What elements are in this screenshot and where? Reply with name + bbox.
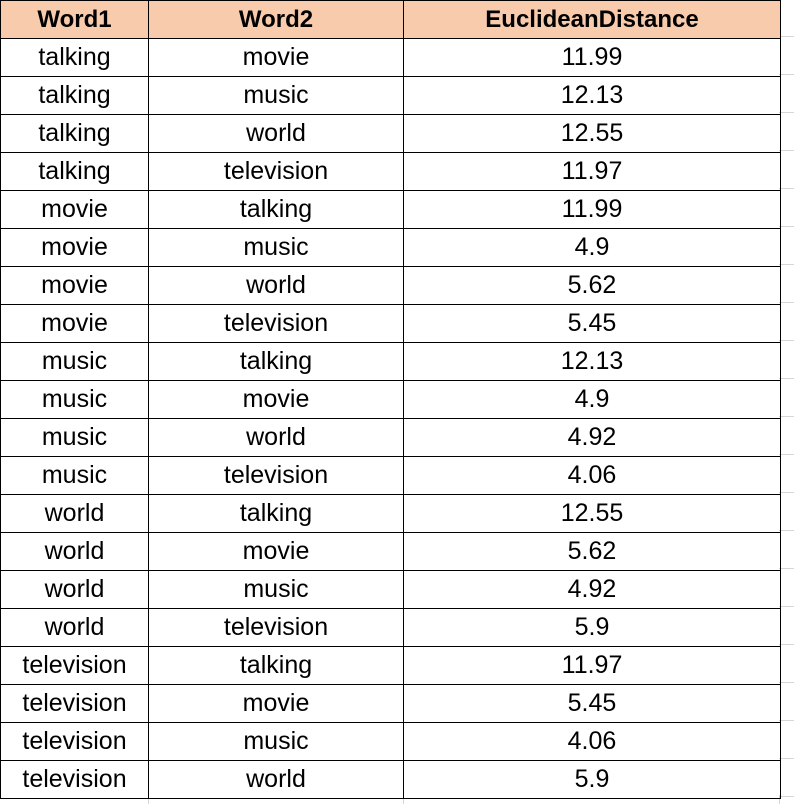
header-cell-euclidean-distance[interactable]: EuclideanDistance [403,0,781,39]
cell-euclidean-distance[interactable]: 12.13 [403,342,781,381]
cell-euclidean-distance[interactable]: 5.45 [403,684,781,723]
cell-euclidean-distance[interactable]: 4.9 [403,228,781,267]
cell-euclidean-distance[interactable]: 5.62 [403,266,781,305]
cell-word2[interactable]: talking [148,646,404,685]
cell-word2[interactable]: television [148,152,404,191]
cell-word1[interactable]: world [0,608,149,647]
cell-euclidean-distance[interactable]: 4.06 [403,456,781,495]
cell-word2[interactable]: music [148,570,404,609]
cell-word2[interactable]: world [148,266,404,305]
cell-euclidean-distance[interactable]: 12.13 [403,76,781,115]
cell-word2[interactable]: movie [148,380,404,419]
table-row: television world 5.9 [0,760,781,799]
table-row: television movie 5.45 [0,684,781,723]
cell-euclidean-distance[interactable]: 11.99 [403,190,781,229]
cell-euclidean-distance[interactable]: 4.92 [403,570,781,609]
cell-euclidean-distance[interactable]: 12.55 [403,114,781,153]
cell-word2[interactable]: world [148,760,404,799]
table-row: television music 4.06 [0,722,781,761]
cell-euclidean-distance[interactable]: 4.9 [403,380,781,419]
cell-word1[interactable]: talking [0,152,149,191]
cell-word2[interactable]: television [148,608,404,647]
table-row: world music 4.92 [0,570,781,609]
table-row: movie talking 11.99 [0,190,781,229]
cell-word1[interactable]: television [0,684,149,723]
table-row: movie television 5.45 [0,304,781,343]
cell-euclidean-distance[interactable]: 11.99 [403,38,781,77]
cell-word1[interactable]: music [0,380,149,419]
table-row: talking television 11.97 [0,152,781,191]
cell-word1[interactable]: movie [0,304,149,343]
table-body: talking movie 11.99 talking music 12.13 talkin… [0,38,781,799]
cell-word2[interactable]: talking [148,190,404,229]
table-row: movie world 5.62 [0,266,781,305]
table-row: music movie 4.9 [0,380,781,419]
cell-word1[interactable]: movie [0,190,149,229]
spreadsheet-grid: Word1 Word2 EuclideanDistance talking mov… [0,0,794,804]
cell-euclidean-distance[interactable]: 4.92 [403,418,781,457]
cell-word1[interactable]: television [0,722,149,761]
cell-word2[interactable]: music [148,722,404,761]
cell-word1[interactable]: television [0,760,149,799]
cell-word1[interactable]: music [0,456,149,495]
cell-euclidean-distance[interactable]: 12.55 [403,494,781,533]
table-row: music world 4.92 [0,418,781,457]
cell-word1[interactable]: world [0,570,149,609]
cell-word2[interactable]: talking [148,342,404,381]
table-row: talking world 12.55 [0,114,781,153]
cell-word1[interactable]: movie [0,266,149,305]
cell-euclidean-distance[interactable]: 5.45 [403,304,781,343]
cell-word2[interactable]: world [148,114,404,153]
table-row: music television 4.06 [0,456,781,495]
table-row: television talking 11.97 [0,646,781,685]
word-distance-table: Word1 Word2 EuclideanDistance talking mov… [0,0,781,799]
cell-word1[interactable]: talking [0,114,149,153]
empty-gridline-column [779,0,794,804]
cell-word1[interactable]: world [0,532,149,571]
cell-word1[interactable]: talking [0,76,149,115]
header-cell-word1[interactable]: Word1 [0,0,149,39]
table-row: world movie 5.62 [0,532,781,571]
cell-word1[interactable]: television [0,646,149,685]
cell-word2[interactable]: movie [148,38,404,77]
cell-euclidean-distance[interactable]: 11.97 [403,646,781,685]
cell-euclidean-distance[interactable]: 5.9 [403,608,781,647]
cell-word1[interactable]: talking [0,38,149,77]
table-row: movie music 4.9 [0,228,781,267]
cell-euclidean-distance[interactable]: 5.62 [403,532,781,571]
table-row: talking movie 11.99 [0,38,781,77]
cell-word1[interactable]: world [0,494,149,533]
header-cell-word2[interactable]: Word2 [148,0,404,39]
cell-word1[interactable]: music [0,342,149,381]
cell-word2[interactable]: world [148,418,404,457]
cell-word1[interactable]: music [0,418,149,457]
cell-euclidean-distance[interactable]: 4.06 [403,722,781,761]
cell-word2[interactable]: talking [148,494,404,533]
cell-word2[interactable]: music [148,228,404,267]
cell-word1[interactable]: movie [0,228,149,267]
cell-word2[interactable]: television [148,304,404,343]
cell-word2[interactable]: music [148,76,404,115]
cell-euclidean-distance[interactable]: 5.9 [403,760,781,799]
table-row: music talking 12.13 [0,342,781,381]
cell-word2[interactable]: movie [148,684,404,723]
header-row: Word1 Word2 EuclideanDistance [0,0,781,39]
cell-euclidean-distance[interactable]: 11.97 [403,152,781,191]
table-row: world talking 12.55 [0,494,781,533]
cell-word2[interactable]: movie [148,532,404,571]
table-row: world television 5.9 [0,608,781,647]
table-row: talking music 12.13 [0,76,781,115]
cell-word2[interactable]: television [148,456,404,495]
